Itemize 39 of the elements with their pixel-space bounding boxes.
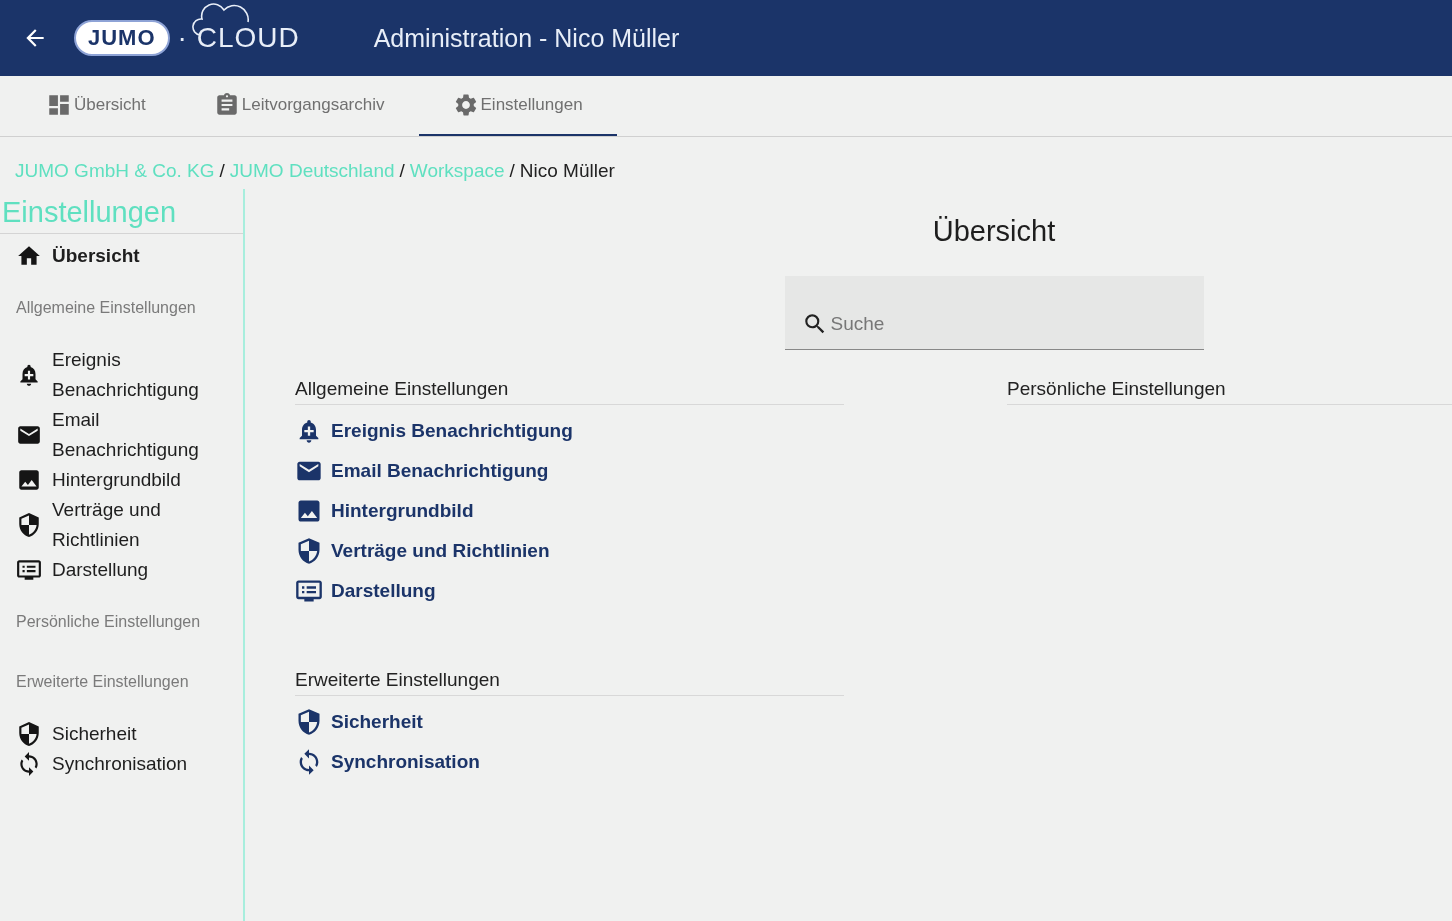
section-heading: Erweiterte Einstellungen <box>295 669 844 696</box>
shield-icon <box>16 721 42 747</box>
sidebar-title: Einstellungen <box>0 189 243 234</box>
breadcrumb-separator: / <box>509 160 515 183</box>
settings-link[interactable]: Verträge und Richtlinien <box>295 531 844 571</box>
settings-link[interactable]: Sicherheit <box>295 702 844 742</box>
settings-link[interactable]: Darstellung <box>295 571 844 611</box>
nav-tab[interactable]: Übersicht <box>0 76 180 136</box>
sidebar-heading: Persönliche Einstellungen <box>15 612 202 632</box>
sidebar-heading: Allgemeine Einstellungen <box>15 298 197 318</box>
image-icon <box>16 467 42 493</box>
dashboard-icon <box>46 92 72 118</box>
sidebar-item[interactable]: Darstellung <box>0 555 243 592</box>
display-list-icon <box>16 557 42 583</box>
sidebar-item[interactable]: Übersicht <box>0 234 243 278</box>
settings-link[interactable]: Hintergrundbild <box>295 491 844 531</box>
content-title: Übersicht <box>932 215 1056 248</box>
breadcrumb-current: Nico Müller <box>519 160 615 183</box>
sidebar-item[interactable]: Email Benachrichtigung <box>0 405 243 465</box>
sidebar-item[interactable]: Verträge und Richtlinien <box>0 495 243 555</box>
settings-link[interactable]: Email Benachrichtigung <box>295 451 844 491</box>
search-field[interactable]: Suche <box>784 276 1204 350</box>
sidebar-heading: Erweiterte Einstellungen <box>15 672 190 692</box>
page-title: Administration - Nico Müller <box>373 23 680 53</box>
sidebar-item[interactable]: Hintergrundbild <box>0 465 243 495</box>
breadcrumb-separator: / <box>399 160 405 183</box>
nav-tab[interactable]: Leitvorgangsarchiv <box>179 76 419 136</box>
breadcrumb-separator: / <box>219 160 225 183</box>
sidebar-item[interactable]: Sicherheit <box>0 712 243 749</box>
section-heading: Persönliche Einstellungen <box>1007 378 1452 405</box>
sidebar-item[interactable]: Synchronisation <box>0 749 243 786</box>
settings-link[interactable]: Synchronisation <box>295 742 844 782</box>
shield-icon <box>16 512 42 538</box>
sidebar-item[interactable]: Ereignis Benachrichtigung <box>0 338 243 405</box>
nav-tab[interactable]: Einstellungen <box>418 76 617 136</box>
logo-text: · CLOUD <box>177 22 300 54</box>
settings-link[interactable]: Ereignis Benachrichtigung <box>295 411 844 451</box>
logo-badge: JUMO <box>74 20 170 56</box>
section-heading: Allgemeine Einstellungen <box>295 378 844 405</box>
